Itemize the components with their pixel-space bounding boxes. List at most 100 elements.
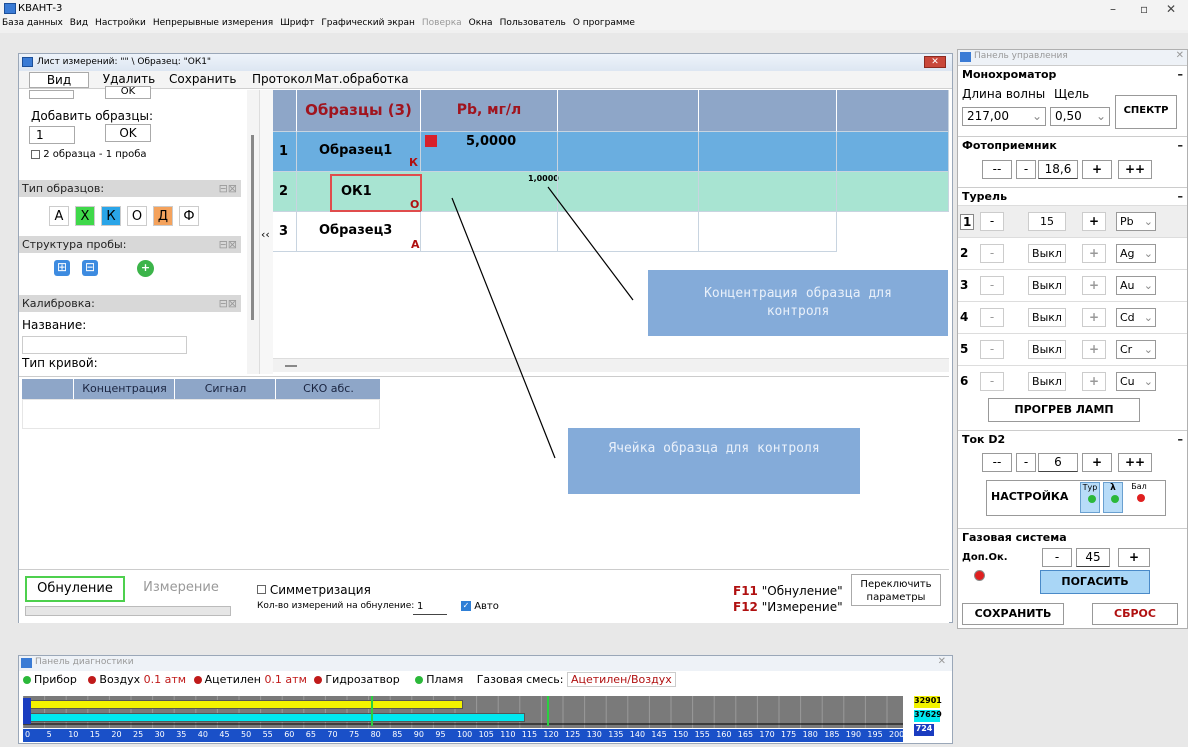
photo-plus2-button[interactable]: ++ — [1118, 160, 1152, 179]
lamp-number[interactable]: 4 — [960, 310, 968, 324]
gas-plus-button[interactable]: + — [1118, 548, 1150, 567]
lamp-row: 2- Выкл + Ag ⌄ — [958, 237, 1187, 269]
axis-tick-label: 120 — [543, 730, 559, 739]
lamp-plus-button[interactable]: + — [1082, 340, 1106, 359]
turret-header: Турель – — [958, 187, 1187, 204]
lamp-row: 4- Выкл + Cd ⌄ — [958, 301, 1187, 333]
d2-value[interactable]: 6 — [1038, 453, 1078, 472]
lamp-row: 1- 15 + Pb ⌄ — [958, 205, 1187, 237]
balance-toggle[interactable]: Бал — [1128, 482, 1150, 513]
lamp-plus-button[interactable]: + — [1082, 244, 1106, 263]
signal-start-marker — [23, 698, 31, 724]
lamp-number[interactable]: 6 — [960, 374, 968, 388]
d2-plus2-button[interactable]: ++ — [1118, 453, 1152, 472]
d2-minus2-button[interactable]: -- — [982, 453, 1012, 472]
control-close-icon[interactable]: ✕ — [1176, 50, 1184, 61]
extinguish-button[interactable]: ПОГАСИТЬ — [1040, 570, 1150, 594]
lamp-element-select[interactable]: Au ⌄ — [1116, 276, 1156, 295]
collapse-icon[interactable]: – — [1178, 139, 1184, 152]
lamp-minus-button[interactable]: - — [980, 276, 1004, 295]
gas-header: Газовая система — [958, 528, 1187, 545]
balance-toggle-label: Бал — [1131, 482, 1147, 491]
axis-tick-label: 165 — [737, 730, 754, 739]
status-dot — [88, 676, 97, 684]
signal-chart — [23, 696, 903, 728]
lamp-element-select[interactable]: Cd ⌄ — [1116, 308, 1156, 327]
chevron-down-icon: ⌄ — [1143, 279, 1153, 292]
turret-toggle[interactable]: Тур — [1080, 482, 1100, 513]
lamp-element: Cd — [1120, 311, 1135, 324]
wavelength-select[interactable]: 217,00 ⌄ — [962, 107, 1046, 126]
chevron-down-icon: ⌄ — [1143, 247, 1153, 260]
lamp-current-value[interactable]: 15 — [1028, 212, 1066, 231]
lamp-row: 6- Выкл + Cu ⌄ — [958, 365, 1187, 397]
spectrum-button[interactable]: СПЕКТР — [1115, 95, 1177, 129]
control-title: Панель управления — [974, 51, 1068, 61]
lamp-current-value[interactable]: Выкл — [1028, 372, 1066, 391]
green-threshold — [547, 696, 549, 726]
lamp-number[interactable]: 1 — [960, 214, 975, 230]
save-settings-button[interactable]: СОХРАНИТЬ — [962, 603, 1064, 625]
axis-tick-label: 175 — [781, 730, 797, 739]
extra-oxidizer-indicator[interactable] — [974, 570, 985, 581]
window-icon — [21, 658, 32, 668]
lamp-minus-button[interactable]: - — [980, 308, 1004, 327]
axis-tick-label: 5 — [46, 730, 52, 739]
wavelength-value: 217,00 — [967, 109, 1009, 123]
lamp-number[interactable]: 2 — [960, 246, 968, 260]
lamp-number[interactable]: 3 — [960, 278, 968, 292]
setup-button[interactable]: НАСТРОЙКА — [991, 490, 1068, 503]
lamp-plus-button[interactable]: + — [1082, 372, 1106, 391]
photo-plus-button[interactable]: + — [1082, 160, 1112, 179]
diag-close-icon[interactable]: ✕ — [938, 656, 946, 667]
turret-title: Турель — [962, 190, 1008, 203]
photo-value[interactable]: 18,6 — [1038, 160, 1078, 179]
axis-tick-label: 50 — [241, 730, 252, 739]
axis-tick-label: 105 — [478, 730, 494, 739]
lamp-minus-button[interactable]: - — [980, 340, 1004, 359]
axis-tick-label: 100 — [457, 730, 473, 739]
gas-minus-button[interactable]: - — [1042, 548, 1072, 567]
lamp-element-select[interactable]: Cu ⌄ — [1116, 372, 1156, 391]
warm-lamps-button[interactable]: ПРОГРЕВ ЛАМП — [988, 398, 1140, 422]
d2-header: Ток D2 – — [958, 430, 1187, 447]
gas-value[interactable]: 45 — [1076, 548, 1110, 567]
chevron-down-icon: ⌄ — [1143, 375, 1153, 388]
lamp-plus-button[interactable]: + — [1082, 276, 1106, 295]
collapse-icon[interactable]: – — [1178, 433, 1184, 446]
collapse-icon[interactable]: – — [1178, 190, 1184, 203]
lamp-minus-button[interactable]: - — [980, 244, 1004, 263]
turret-toggle-label: Тур — [1082, 483, 1098, 492]
slit-select[interactable]: 0,50 ⌄ — [1050, 107, 1110, 126]
collapse-icon[interactable]: – — [1178, 68, 1184, 81]
axis-tick-label: 65 — [305, 730, 316, 739]
axis-tick-label: 45 — [219, 730, 230, 739]
lamp-element-select[interactable]: Cr ⌄ — [1116, 340, 1156, 359]
photo-minus2-button[interactable]: -- — [982, 160, 1012, 179]
lamp-current-value[interactable]: Выкл — [1028, 244, 1066, 263]
diag-status-row: Прибор Воздух 0.1 атм Ацетилен 0.1 атм Г… — [19, 671, 952, 687]
lamp-plus-button[interactable]: + — [1082, 308, 1106, 327]
axis-tick-label: 20 — [111, 730, 122, 739]
axis-tick-label: 95 — [435, 730, 446, 739]
axis-tick-label: 15 — [89, 730, 100, 739]
reset-button[interactable]: СБРОС — [1092, 603, 1178, 625]
d2-minus-button[interactable]: - — [1016, 453, 1036, 472]
d2-plus-button[interactable]: + — [1082, 453, 1112, 472]
wavelength-label: Длина волны — [962, 87, 1046, 101]
photo-minus-button[interactable]: - — [1016, 160, 1036, 179]
lamp-current-value[interactable]: Выкл — [1028, 308, 1066, 327]
lamp-plus-button[interactable]: + — [1082, 212, 1106, 231]
lamp-element-select[interactable]: Pb ⌄ — [1116, 212, 1156, 231]
annotation-line — [547, 186, 634, 301]
lambda-toggle[interactable]: λ — [1103, 482, 1123, 513]
lamp-minus-button[interactable]: - — [980, 212, 1004, 231]
lamp-minus-button[interactable]: - — [980, 372, 1004, 391]
lamp-number[interactable]: 5 — [960, 342, 968, 356]
axis-tick-label: 190 — [845, 730, 862, 739]
flame-label: Пламя — [426, 673, 464, 686]
lamp-current-value[interactable]: Выкл — [1028, 276, 1066, 295]
lamp-current-value[interactable]: Выкл — [1028, 340, 1066, 359]
lamp-element-select[interactable]: Ag ⌄ — [1116, 244, 1156, 263]
axis-tick-label: 160 — [716, 730, 732, 739]
